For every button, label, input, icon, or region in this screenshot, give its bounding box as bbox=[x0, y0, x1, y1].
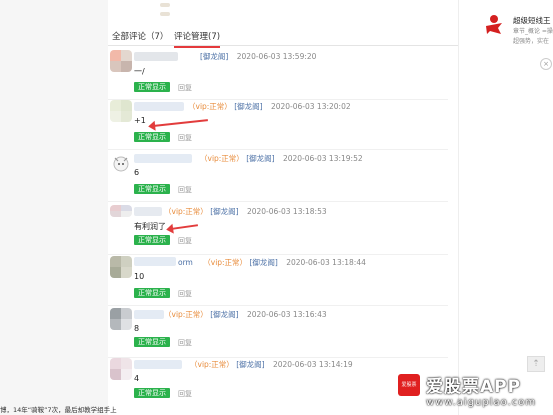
comment-content: 4 bbox=[134, 374, 140, 383]
section-tag[interactable]: [御龙阁] bbox=[210, 207, 238, 216]
promo-line-1: 章节_概论 =操 bbox=[513, 28, 553, 35]
back-to-top-icon[interactable]: ⇡ bbox=[527, 356, 545, 372]
watermark-logo: 爱股票 bbox=[398, 374, 420, 396]
promo-title[interactable]: 超级短线王 bbox=[513, 15, 551, 26]
comment-meta: （vip:正常） [御龙阁] 2020-06-03 13:19:52 bbox=[200, 153, 363, 164]
timestamp: 2020-06-03 13:18:53 bbox=[246, 207, 327, 216]
section-tag[interactable]: [御龙阁] bbox=[200, 52, 228, 61]
comment-row: （vip:正常） [御龙阁] 2020-06-03 13:16:43 8 正常显… bbox=[108, 308, 448, 358]
timestamp: 2020-06-03 13:14:19 bbox=[272, 360, 353, 369]
section-tag[interactable]: [御龙阁] bbox=[236, 360, 264, 369]
comment-row: orm （vip:正常） [御龙阁] 2020-06-03 13:18:44 1… bbox=[108, 256, 448, 306]
left-gutter bbox=[0, 0, 108, 415]
comment-row: （vip:正常） [御龙阁] 2020-06-03 13:18:53 有利润了 … bbox=[108, 205, 448, 255]
avatar bbox=[110, 358, 132, 380]
comment-content: +1 bbox=[134, 116, 146, 125]
status-badge[interactable]: 正常显示 bbox=[134, 184, 170, 194]
vip-status: （vip:正常） bbox=[203, 258, 248, 267]
timestamp: 2020-06-03 13:20:02 bbox=[270, 102, 351, 111]
status-badge[interactable]: 正常显示 bbox=[134, 132, 170, 142]
tab-comment-management-label: 评论管理(7) bbox=[174, 32, 221, 42]
username-blurred bbox=[134, 207, 162, 216]
comment-row: （vip:正常） [御龙阁] 2020-06-03 13:19:52 6 正常显… bbox=[108, 152, 448, 202]
comment-content: 10 bbox=[134, 272, 145, 281]
username-blurred bbox=[134, 310, 164, 319]
watermark-title: 爱股票APP bbox=[426, 377, 522, 397]
avatar bbox=[110, 152, 132, 174]
comment-meta: （vip:正常） [御龙阁] 2020-06-03 13:18:53 bbox=[164, 206, 327, 217]
reply-link[interactable]: 回复 bbox=[178, 338, 192, 348]
vip-status: （vip:正常） bbox=[190, 360, 234, 369]
right-rail bbox=[458, 0, 553, 415]
tab-comment-management[interactable]: 评论管理(7) bbox=[174, 30, 221, 48]
avatar bbox=[110, 308, 132, 330]
reply-link[interactable]: 回复 bbox=[178, 185, 192, 195]
close-icon[interactable]: × bbox=[540, 58, 552, 70]
comment-content: 8 bbox=[134, 324, 140, 333]
status-badge[interactable]: 正常显示 bbox=[134, 337, 170, 347]
section-tag[interactable]: [御龙阁] bbox=[210, 310, 238, 319]
watermark-url: www.aiguplao.com bbox=[426, 397, 537, 408]
section-tag[interactable]: [御龙阁] bbox=[249, 258, 277, 267]
promo-line-2: 超强势，实在 bbox=[513, 38, 550, 45]
top-cut-decoration bbox=[160, 0, 230, 16]
comment-row: [御龙阁] 2020-06-03 13:59:20 一/ 正常显示 回复 bbox=[108, 50, 448, 100]
reply-link[interactable]: 回复 bbox=[178, 83, 192, 93]
section-tag[interactable]: [御龙阁] bbox=[246, 154, 274, 163]
reply-link[interactable]: 回复 bbox=[178, 133, 192, 143]
vip-status: （vip:正常） bbox=[164, 207, 208, 216]
vip-status: （vip:正常） bbox=[164, 310, 208, 319]
comment-content: 一/ bbox=[134, 67, 145, 76]
status-badge[interactable]: 正常显示 bbox=[134, 388, 170, 398]
news-ticker[interactable]: 博，14年“骑鞍”7次，最后却教学组手上 bbox=[0, 404, 117, 414]
timestamp: 2020-06-03 13:18:44 bbox=[286, 258, 366, 267]
timestamp: 2020-06-03 13:59:20 bbox=[236, 52, 317, 61]
avatar bbox=[110, 100, 132, 122]
timestamp: 2020-06-03 13:19:52 bbox=[282, 154, 363, 163]
comment-content: 有利润了 bbox=[134, 222, 166, 231]
active-tab-underline bbox=[174, 46, 221, 48]
comment-meta: orm （vip:正常） [御龙阁] 2020-06-03 13:18:44 bbox=[178, 257, 366, 268]
watermark: 爱股票 爱股票APP www.aiguplao.com bbox=[398, 372, 548, 412]
username-suffix: orm bbox=[178, 258, 193, 267]
comment-meta: [御龙阁] 2020-06-03 13:59:20 bbox=[200, 51, 316, 62]
comment-row: （vip:正常） [御龙阁] 2020-06-03 13:14:19 4 正常显… bbox=[108, 358, 448, 408]
status-badge[interactable]: 正常显示 bbox=[134, 288, 170, 298]
vip-status: （vip:正常） bbox=[200, 154, 244, 163]
comment-meta: （vip:正常） [御龙阁] 2020-06-03 13:14:19 bbox=[190, 359, 353, 370]
vip-status: （vip:正常） bbox=[188, 102, 232, 111]
username-blurred bbox=[134, 154, 192, 163]
status-badge[interactable]: 正常显示 bbox=[134, 82, 170, 92]
comment-meta: （vip:正常） [御龙阁] 2020-06-03 13:20:02 bbox=[188, 101, 351, 112]
username-blurred bbox=[134, 52, 178, 61]
reply-link[interactable]: 回复 bbox=[178, 289, 192, 299]
avatar bbox=[110, 205, 132, 217]
status-badge[interactable]: 正常显示 bbox=[134, 235, 170, 245]
reply-link[interactable]: 回复 bbox=[178, 389, 192, 399]
avatar bbox=[110, 256, 132, 278]
username-blurred bbox=[134, 360, 182, 369]
section-tag[interactable]: [御龙阁] bbox=[234, 102, 262, 111]
username-blurred bbox=[134, 102, 184, 111]
comment-tabs: 全部评论（7） 评论管理(7) bbox=[108, 26, 458, 48]
tab-all-comments[interactable]: 全部评论（7） bbox=[112, 30, 168, 42]
comment-meta: （vip:正常） [御龙阁] 2020-06-03 13:16:43 bbox=[164, 309, 327, 320]
comment-content: 6 bbox=[134, 168, 140, 177]
reply-link[interactable]: 回复 bbox=[178, 236, 192, 246]
username-blurred bbox=[134, 257, 176, 266]
avatar bbox=[110, 50, 132, 72]
promo-icon[interactable] bbox=[484, 14, 504, 36]
timestamp: 2020-06-03 13:16:43 bbox=[246, 310, 327, 319]
